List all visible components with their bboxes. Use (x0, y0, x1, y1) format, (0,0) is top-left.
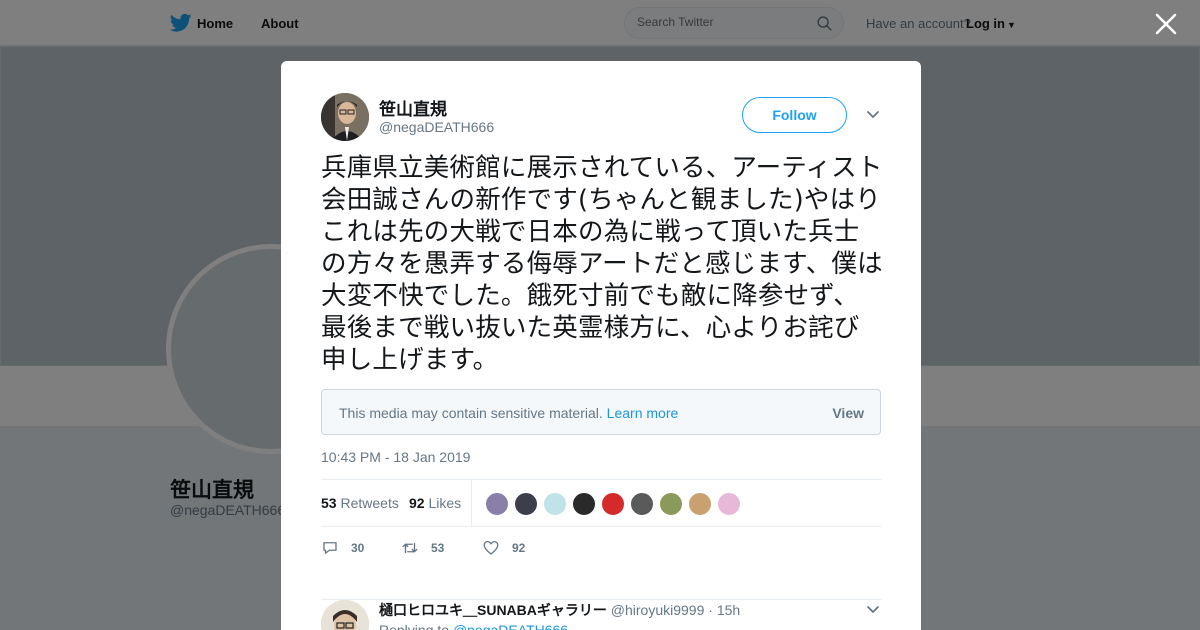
liker-avatar-3[interactable] (543, 492, 567, 516)
tweet-stats: 53 Retweets 92 Likes (321, 479, 881, 527)
retweets-label: Retweets (340, 495, 399, 511)
retweets-stat[interactable]: 53 Retweets (321, 495, 399, 511)
likes-label: Likes (428, 495, 462, 511)
chevron-down-icon[interactable] (865, 107, 881, 123)
close-icon[interactable] (1154, 12, 1178, 36)
liker-avatar-8[interactable] (688, 492, 712, 516)
liker-avatar-6[interactable] (630, 492, 654, 516)
author-handle[interactable]: @negaDEATH666 (379, 119, 494, 135)
reply-avatar-image (321, 600, 369, 630)
author-name[interactable]: 笹山直規 (379, 95, 447, 120)
liker-avatar-9[interactable] (717, 492, 741, 516)
likes-stat[interactable]: 92 Likes (409, 495, 461, 511)
author-avatar[interactable] (321, 93, 369, 141)
view-media-button[interactable]: View (832, 405, 864, 421)
retweets-count: 53 (321, 495, 337, 511)
tweet-timestamp[interactable]: 10:43 PM - 18 Jan 2019 (321, 449, 470, 465)
author-avatar-image (321, 93, 369, 141)
follow-button[interactable]: Follow (742, 97, 847, 133)
stats-divider (471, 480, 472, 527)
sensitive-message: This media may contain sensitive materia… (339, 405, 603, 421)
reply-count: 30 (351, 541, 365, 555)
reply-handle-time[interactable]: @hiroyuki9999 · 15h (611, 602, 740, 618)
likes-count: 92 (409, 495, 425, 511)
liker-avatar-5[interactable] (601, 492, 625, 516)
learn-more-link[interactable]: Learn more (607, 405, 679, 421)
like-count: 92 (512, 541, 526, 555)
replying-to-text: Replying to (379, 622, 450, 630)
reply-author-avatar[interactable] (321, 600, 369, 630)
reply-tweet[interactable]: 樋口ヒロユキ＿SUNABAギャラリー @hiroyuki9999 · 15h R… (321, 599, 881, 630)
sensitive-media-notice: This media may contain sensitive materia… (321, 389, 881, 435)
reply-icon (323, 542, 337, 554)
liker-avatar-7[interactable] (659, 492, 683, 516)
tweet-actions: 30 53 92 (321, 539, 621, 559)
heart-icon (483, 540, 499, 555)
reply-mention-link[interactable]: @negaDEATH666 (453, 622, 568, 630)
liker-avatar-1[interactable] (485, 492, 509, 516)
like-action[interactable]: 92 (482, 539, 542, 559)
retweet-icon (402, 542, 418, 554)
reply-author-name[interactable]: 樋口ヒロユキ＿SUNABAギャラリー (379, 602, 607, 618)
tweet-text: 兵庫県立美術館に展示されている、アーティスト会田誠さんの新作です(ちゃんと観まし… (321, 153, 883, 375)
retweet-count: 53 (431, 541, 445, 555)
liker-avatar-4[interactable] (572, 492, 596, 516)
tweet-modal: 笹山直規 @negaDEATH666 Follow 兵庫県立美術館に展示されてい… (281, 61, 921, 630)
retweet-action[interactable]: 53 (401, 539, 461, 559)
reply-action[interactable]: 30 (321, 539, 381, 559)
reply-chevron-down-icon[interactable] (865, 602, 881, 618)
liker-avatar-2[interactable] (514, 492, 538, 516)
